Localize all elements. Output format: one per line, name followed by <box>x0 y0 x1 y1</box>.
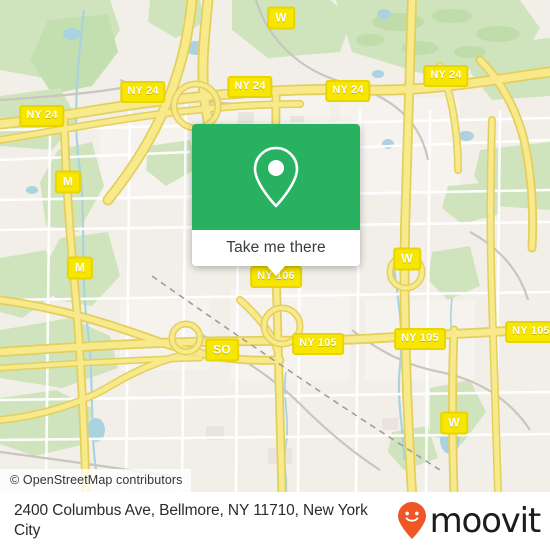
location-callout-card[interactable]: Take me there <box>192 124 360 276</box>
moovit-wordmark: moovit <box>429 501 542 541</box>
road-shield: NY 105 <box>505 321 550 343</box>
address-label: 2400 Columbus Ave, Bellmore, NY 11710, N… <box>14 501 368 539</box>
road-shield: W <box>440 411 468 435</box>
road-shield: NY 24 <box>423 65 469 87</box>
map-result-screen: W NY 24 NY 24 NY 24 NY 24 NY 24 M M W NY 106 SO NY … <box>0 0 550 550</box>
road-shield: SO <box>205 338 239 362</box>
road-shield: NY 105 <box>394 328 446 350</box>
footer-bar: 2400 Columbus Ave, Bellmore, NY 11710, N… <box>0 492 550 550</box>
take-me-there-label: Take me there <box>226 239 326 256</box>
road-shield: W <box>267 6 295 30</box>
take-me-there-button[interactable]: Take me there <box>192 230 360 276</box>
callout-icon-area <box>192 124 360 230</box>
map-attribution: © OpenStreetMap contributors <box>0 469 191 492</box>
moovit-logo: moovit <box>397 501 550 541</box>
road-shield: M <box>66 256 94 280</box>
road-shield: NY 24 <box>19 105 65 127</box>
map-pin-icon <box>253 146 299 208</box>
moovit-smiley-pin-icon <box>397 502 426 539</box>
road-shield: NY 24 <box>227 76 273 98</box>
road-shield: M <box>54 170 82 194</box>
road-shield: W <box>393 247 421 271</box>
road-shield: NY 24 <box>325 80 371 102</box>
road-shield: NY 105 <box>292 333 344 355</box>
callout-pointer-tail <box>267 266 285 276</box>
road-shield: NY 24 <box>120 81 166 103</box>
